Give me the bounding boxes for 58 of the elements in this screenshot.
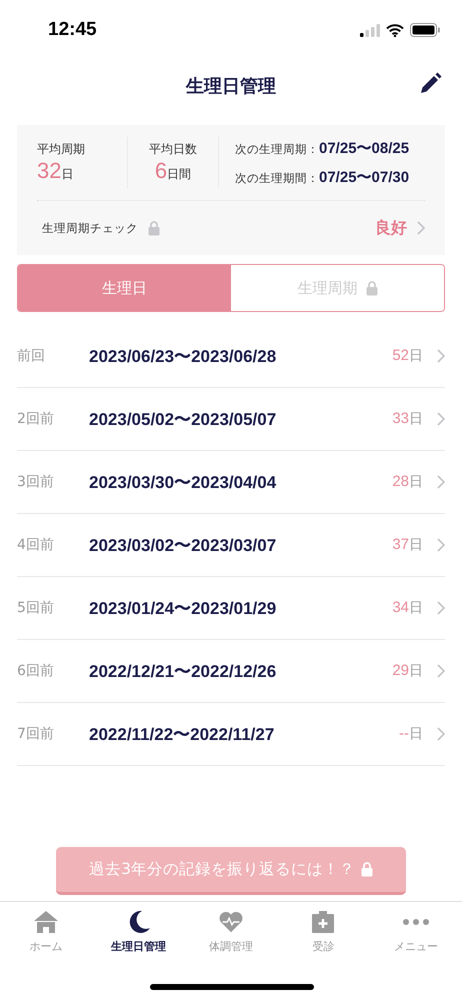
stat-unit: 日	[61, 166, 74, 183]
days-unit: 日	[409, 599, 423, 617]
chevron-icon	[437, 538, 445, 552]
record-label: 5回前	[17, 599, 55, 617]
days-unit: 日	[409, 347, 423, 365]
chevron-icon	[437, 664, 445, 678]
cycle-days: --	[399, 725, 409, 742]
screen-title: 生理日管理	[186, 75, 276, 98]
check-label: 生理周期チェック	[42, 220, 138, 236]
record-range[interactable]: 2022/11/22〜2022/11/27	[89, 722, 274, 746]
cycle-days: 37	[392, 536, 409, 553]
nav-item[interactable]: 生理日管理	[92, 910, 185, 954]
status-time: 12:45	[48, 19, 97, 41]
record-label: 3回前	[17, 473, 55, 491]
signal-icon	[360, 24, 380, 36]
record-label: 7回前	[17, 725, 55, 743]
pencil-icon[interactable]	[418, 72, 442, 96]
days-unit: 日	[409, 473, 423, 491]
cycle-days: 34	[392, 599, 409, 616]
record-label: 4回前	[17, 536, 55, 554]
home-icon	[33, 910, 60, 934]
record-range[interactable]: 2023/06/23〜2023/06/28	[89, 344, 276, 368]
stat-value: 32	[37, 158, 62, 184]
stat-unit: 日間	[167, 166, 192, 183]
record-range[interactable]: 2022/12/21〜2022/12/26	[89, 660, 276, 682]
wifi-icon	[386, 24, 404, 36]
more-icon	[402, 919, 429, 925]
cycle-days: 33	[392, 410, 409, 427]
chevron-icon	[437, 601, 445, 615]
days-unit: 日	[409, 536, 423, 554]
chevron-icon	[437, 412, 445, 426]
record-range[interactable]: 2023/05/02〜2023/05/07	[89, 408, 276, 430]
record-range[interactable]: 2023/03/02〜2023/03/07	[89, 534, 276, 556]
record-range[interactable]: 2023/03/30〜2023/04/04	[89, 470, 276, 494]
stat-label: 平均周期	[37, 141, 85, 158]
record-range[interactable]: 2023/01/24〜2023/01/29	[89, 596, 276, 620]
chevron-icon	[437, 349, 445, 363]
days-unit: 日	[409, 725, 423, 743]
days-unit: 日	[409, 410, 423, 428]
cycle-days: 52	[392, 347, 409, 364]
prediction-label: 次の生理周期：	[235, 142, 319, 156]
days-unit: 日	[409, 662, 423, 680]
chevron-icon	[417, 221, 425, 235]
cycle-days: 29	[392, 662, 409, 679]
record-label: 前回	[17, 347, 46, 365]
heart-pulse-icon	[218, 910, 244, 934]
prediction-value: 07/25〜07/30	[319, 168, 410, 186]
cycle-days: 28	[392, 473, 409, 490]
chevron-icon	[437, 727, 445, 741]
stat-label: 平均日数	[149, 141, 197, 158]
record-label: 2回前	[17, 410, 55, 428]
stat-value: 6	[154, 158, 168, 184]
chevron-icon	[437, 475, 445, 489]
battery-icon	[410, 23, 440, 37]
record-label: 6回前	[17, 662, 55, 680]
prediction-label: 次の生理期間：	[235, 170, 319, 186]
prediction-value: 07/25〜08/25	[319, 138, 410, 158]
medical-bag-icon	[310, 910, 336, 934]
